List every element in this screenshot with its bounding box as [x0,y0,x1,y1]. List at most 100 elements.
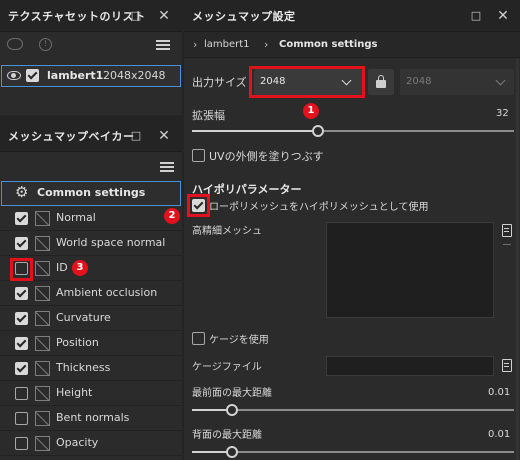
cage-file-input[interactable] [326,356,494,376]
dilation-slider[interactable] [192,124,514,138]
mesh-map-baker-title: メッシュマップベイカー [8,130,135,143]
dilation-value[interactable]: 32 [496,108,509,119]
mesh-map-settings-panel: メッシュマップ設定 □ ✕ › lambert1 › Common settin… [164,0,520,460]
breadcrumb-lambert1[interactable]: lambert1 [204,39,250,50]
map-checkbox[interactable] [15,287,28,300]
use-cage-label: ケージを使用 [209,335,269,346]
use-cage-checkbox[interactable] [192,332,205,345]
map-row[interactable]: Ambient occlusion [0,281,182,306]
map-row[interactable]: Height [0,381,182,406]
map-list: Normal World space normal ID 3 Ambient occlu… [0,206,182,460]
map-checkbox[interactable] [15,437,28,450]
popout-icon[interactable]: □ [126,126,146,146]
map-row[interactable]: Thickness [0,356,182,381]
highlight-box-2 [187,194,210,217]
mesh-map-settings-title: メッシュマップ設定 [192,10,296,23]
map-thumbnail-icon [35,286,50,301]
lock-button[interactable] [368,69,394,95]
file-browse-icon[interactable] [502,359,512,372]
texture-set-row-lambert1[interactable]: lambert1 2048x2048 [1,65,181,87]
map-label: Bent normals [56,411,130,424]
map-row[interactable]: Bent normals [0,406,182,431]
map-row[interactable]: Normal [0,206,182,231]
close-icon[interactable]: ✕ [154,126,174,146]
breadcrumb: › lambert1 › Common settings [184,32,520,58]
map-checkbox[interactable] [15,337,28,350]
texture-set-name: lambert1 [47,69,104,82]
highlight-box-1 [249,66,365,98]
popout-icon[interactable]: □ [466,6,486,26]
map-label: Thickness [56,361,111,374]
gear-icon: ⚙ [15,183,29,201]
fill-uv-checkbox[interactable] [192,149,205,162]
scrollbar[interactable] [516,58,519,460]
texture-set-list-panel: テクスチャセットのリスト □ ✕ ! lambert1 2048x2048 [0,0,182,115]
mesh-map-baker-panel: メッシュマップベイカー □ ✕ ⚙ Common settings Normal… [0,120,182,460]
map-thumbnail-icon [35,336,50,351]
front-distance-label: 最前面の最大距離 [192,388,272,399]
map-label: Curvature [56,311,111,324]
breadcrumb-common-settings[interactable]: Common settings [279,39,377,50]
texture-set-list-header: テクスチャセットのリスト □ ✕ [0,0,182,32]
output-size-locked-value: 2048 [406,76,432,87]
badge-2: 2 [164,208,180,224]
map-label: World space normal [56,236,166,249]
map-checkbox[interactable] [15,212,28,225]
file-browse-icon[interactable] [502,224,512,237]
mesh-map-baker-header: メッシュマップベイカー □ ✕ [0,120,182,152]
list-menu-icon[interactable] [160,162,174,172]
map-checkbox[interactable] [15,312,28,325]
chevron-right-icon: › [193,38,198,51]
texture-set-size: 2048x2048 [103,69,166,82]
map-thumbnail-icon [35,436,50,451]
high-mesh-label: 高精細メッシュ [192,226,262,237]
common-settings-label: Common settings [37,186,146,199]
map-checkbox[interactable] [15,412,28,425]
eye-disabled-icon[interactable] [7,38,23,50]
slider-handle[interactable] [226,446,238,458]
map-thumbnail-icon [35,211,50,226]
output-size-locked-select: 2048 [400,69,514,95]
eye-icon[interactable] [7,71,21,80]
rear-distance-value[interactable]: 0.01 [488,429,510,440]
badge-3: 3 [72,260,88,276]
rear-distance-slider[interactable] [192,445,514,459]
map-thumbnail-icon [35,361,50,376]
map-thumbnail-icon [35,311,50,326]
map-label: ID [56,261,68,274]
chevron-down-icon [495,75,506,86]
map-thumbnail-icon [35,261,50,276]
info-icon[interactable]: ! [39,38,52,51]
popout-icon[interactable]: □ [126,6,146,26]
map-row[interactable]: World space normal [0,231,182,256]
texture-set-checkbox[interactable] [26,69,39,82]
common-settings-row[interactable]: ⚙ Common settings [1,181,181,206]
high-mesh-list[interactable] [326,222,494,318]
chevron-right-icon: › [264,38,269,51]
map-checkbox[interactable] [15,237,28,250]
fill-uv-label: UVの外側を塗りつぶす [209,150,324,163]
use-low-as-high-label: ローポリメッシュをハイポリメッシュとして使用 [209,202,429,213]
front-distance-slider[interactable] [192,403,514,417]
remove-icon[interactable] [503,244,511,245]
map-row[interactable]: Opacity [0,431,182,456]
close-icon[interactable]: ✕ [493,6,513,26]
rear-distance-label: 背面の最大距離 [192,430,262,441]
front-distance-value[interactable]: 0.01 [488,387,510,398]
map-label: Normal [56,211,96,224]
close-icon[interactable]: ✕ [154,6,174,26]
map-label: Position [56,336,99,349]
map-checkbox[interactable] [15,387,28,400]
map-thumbnail-icon [35,236,50,251]
badge-1: 1 [303,103,319,119]
map-checkbox[interactable] [15,362,28,375]
map-thumbnail-icon [35,386,50,401]
map-row[interactable]: ID 3 [0,256,182,281]
map-row[interactable]: Curvature [0,306,182,331]
map-row[interactable]: Position [0,331,182,356]
list-menu-icon[interactable] [156,40,170,50]
map-thumbnail-icon [35,411,50,426]
map-label: Height [56,386,93,399]
slider-handle[interactable] [311,125,324,137]
slider-handle[interactable] [226,404,238,416]
